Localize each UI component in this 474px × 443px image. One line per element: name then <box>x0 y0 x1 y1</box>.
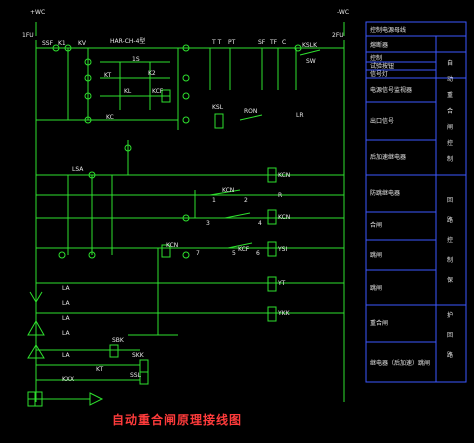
label-la-3: LA <box>62 315 70 322</box>
label-kcn-2: KCN <box>222 187 235 194</box>
label-kcf-contact: KCF <box>238 246 250 253</box>
label-la-2: LA <box>62 300 70 307</box>
label-ssl: SSL <box>130 372 141 379</box>
label-yt: YT <box>278 280 286 287</box>
side-col-5: 控 <box>446 140 453 147</box>
side-col-1: 动 <box>446 76 453 83</box>
table-row-2: 控制 <box>370 55 383 62</box>
label-ron: RON <box>244 108 258 115</box>
label-ysi: YSI <box>278 246 288 253</box>
table-row-6: 出口信号 <box>370 118 395 125</box>
side-col-11: 保 <box>446 277 453 284</box>
side-col-3: 合 <box>446 108 453 115</box>
label-la-4: LA <box>62 330 70 337</box>
label-la-5: LA <box>62 352 70 359</box>
label-kt: KT <box>104 72 112 79</box>
side-col-6: 制 <box>446 156 453 163</box>
side-col-13: 回 <box>446 332 453 339</box>
table-row-5: 电源信号监视器 <box>370 87 413 94</box>
label-s6: 6 <box>256 250 260 257</box>
label-s3: 3 <box>206 220 210 227</box>
label-s2: 2 <box>244 197 248 204</box>
table-row-3: 试验按钮 <box>370 63 395 70</box>
label-sbk: SBK <box>112 337 124 344</box>
side-col-0: 自 <box>446 60 453 67</box>
diagram-title: 自动重合闸原理接线图 <box>112 413 243 427</box>
table-row-12: 重合闸 <box>370 320 389 327</box>
table-row-4: 信号灯 <box>370 71 389 78</box>
bus-left-top: +WC <box>30 9 46 16</box>
side-col-7: 回 <box>446 197 453 204</box>
label-k2: K2 <box>148 70 156 77</box>
label-k1: K1 <box>58 40 66 47</box>
label-kc: KC <box>106 114 114 121</box>
side-col-12: 护 <box>446 312 453 319</box>
table-row-1: 熔断器 <box>370 42 389 49</box>
side-col-4: 闸 <box>446 124 453 131</box>
table-row-7: 后加速继电器 <box>370 154 407 161</box>
label-kcn-1: KCN <box>278 172 291 179</box>
table-row-11: 跳闸 <box>370 285 383 292</box>
bus-left-bottom: 1FU <box>22 32 34 39</box>
table-row-0: 控制电源母线 <box>370 27 407 34</box>
label-tt: T T <box>212 39 222 46</box>
side-col-8: 路 <box>446 217 453 224</box>
label-s4: 4 <box>258 220 262 227</box>
label-sf: SF <box>258 39 266 46</box>
label-ssf: SSF <box>42 40 54 47</box>
label-la-1: LA <box>62 285 70 292</box>
label-sw: SW <box>306 58 316 65</box>
label-ksl: KSL <box>212 104 224 111</box>
bus-right-bottom: 2FU <box>332 32 344 39</box>
label-kt-2: KT <box>96 366 104 373</box>
label-kv: KV <box>78 40 87 47</box>
label-s7: 7 <box>196 250 200 257</box>
label-kxx: KXX <box>62 376 75 383</box>
label-s5: 5 <box>232 250 236 257</box>
label-r: R <box>278 192 283 199</box>
label-ykk: YKK <box>278 310 290 317</box>
table-row-13: 继电器（后加速）跳闸 <box>370 360 431 367</box>
side-col-14: 路 <box>446 352 453 359</box>
label-kl: KL <box>124 88 132 95</box>
label-pt: PT <box>228 39 236 46</box>
label-c: C <box>282 39 287 46</box>
side-col-10: 制 <box>446 257 453 264</box>
bus-right-top: -WC <box>337 9 350 16</box>
table-row-10: 跳闸 <box>370 252 383 259</box>
table-row-8: 防跳继电器 <box>370 190 401 197</box>
label-kslk: KSLK <box>302 42 318 49</box>
label-skk: SKK <box>132 352 144 359</box>
label-1s: 1S <box>132 56 140 63</box>
label-lr: LR <box>296 112 304 119</box>
table-row-9: 合闸 <box>370 222 383 229</box>
label-lsa: LSA <box>72 166 84 173</box>
label-tf: TF <box>270 39 278 46</box>
label-s1: 1 <box>212 197 216 204</box>
label-relay-block: HAR-CH-4型 <box>110 38 146 45</box>
side-col-2: 重 <box>446 92 453 99</box>
label-kcn-coil: KCN <box>166 242 179 249</box>
label-kcn-3: KCN <box>278 214 291 221</box>
side-col-9: 控 <box>446 237 453 244</box>
label-kcf: KCF <box>152 88 164 95</box>
